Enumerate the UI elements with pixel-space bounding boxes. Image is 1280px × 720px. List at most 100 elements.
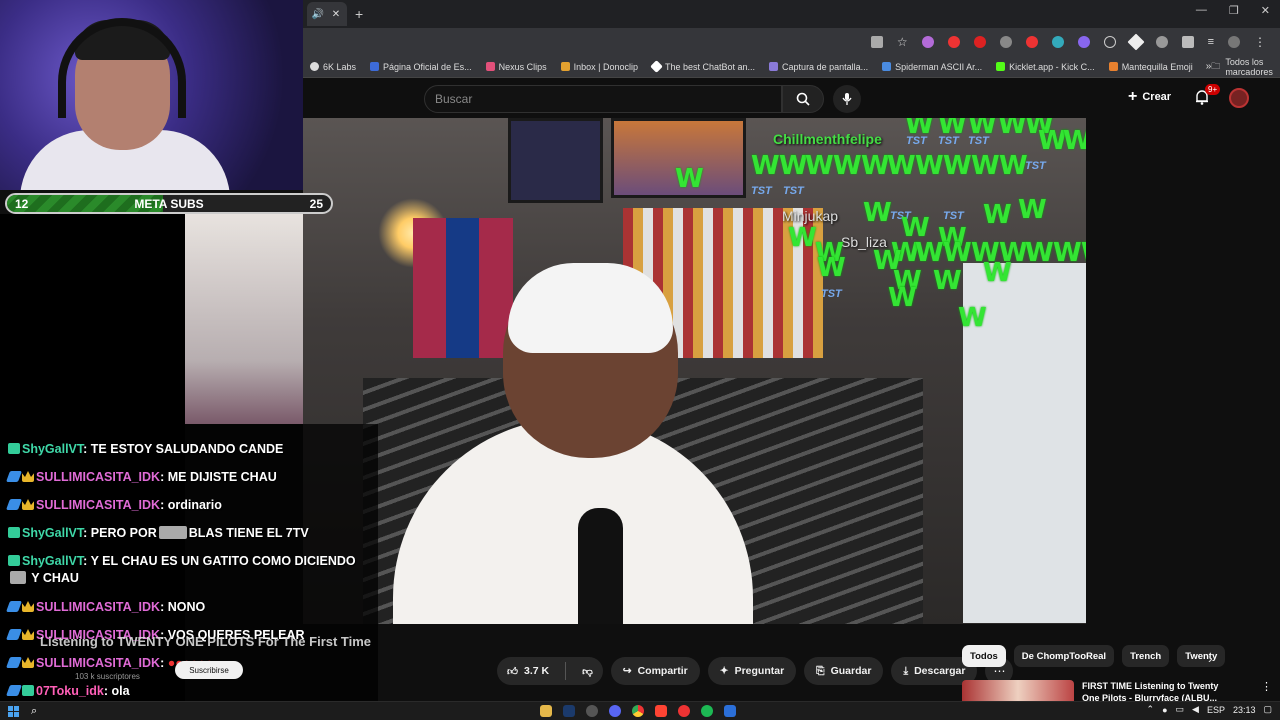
bookmark-item[interactable]: 6K Labs [303,62,363,72]
chip-todos[interactable]: Todos [962,645,1006,667]
extension-icon[interactable] [1127,33,1145,51]
network-icon[interactable]: ▭ [1176,704,1185,715]
chat-text: Y CHAU [31,571,79,585]
search-button[interactable] [782,85,824,113]
file-explorer-icon[interactable] [540,705,552,717]
chat-badge-icon [8,443,20,454]
speaker-icon[interactable]: 🔊 [312,9,324,20]
bookmark-label: Mantequilla Emoji [1121,61,1193,72]
w-emote: W [958,303,987,333]
share-button[interactable]: ↪ Compartir [610,657,700,685]
chip-trench[interactable]: Trench [1122,645,1170,667]
extension-icon[interactable] [921,36,934,48]
adblock-icon[interactable] [973,36,986,48]
more-icon[interactable]: ⋮ [1261,680,1272,702]
bookmark-star-icon[interactable]: ☆ [897,35,908,49]
video-player[interactable]: Chillmenthfelipe Minjukap Sb_liza TST TS… [303,118,1086,624]
chat-message: ShyGallVT: Y EL CHAU ES UN GATITO COMO D… [8,553,368,587]
divider [565,662,567,680]
extension-icon[interactable] [1077,36,1090,48]
notification-center-icon[interactable]: ▢ [1263,704,1272,715]
bookmark-favicon [560,62,570,71]
steam-icon[interactable] [563,705,575,717]
save-button[interactable]: ⎘ Guardar [804,657,884,685]
bookmark-label: The best ChatBot an... [664,61,756,72]
chat-message: 07Toku_idk: ola [5,683,368,700]
chat-emote [158,526,187,539]
brave-icon[interactable] [655,705,667,717]
recommended-title[interactable]: FIRST TIME Listening to Twenty One Pilot… [1082,680,1222,702]
extension-icon[interactable] [1025,36,1038,48]
chip-twenty[interactable]: Twenty [1177,645,1226,667]
app-icon[interactable] [678,705,690,717]
sub-goal-label: META SUBS [134,196,204,211]
bookmark-item[interactable]: The best ChatBot an... [645,60,762,73]
like-dislike-group: 👍︎ 3.7 K 👎︎ [497,657,603,685]
close-window-icon[interactable]: ✕ [1261,4,1270,17]
bookmark-item[interactable]: Mantequilla Emoji [1102,62,1200,72]
ask-button[interactable]: ✦ Preguntar [707,657,797,685]
like-button[interactable]: 👍︎ 3.7 K [497,657,559,685]
voice-search-button[interactable] [833,85,861,113]
chat-message: SULLIMICASITA_IDK: ordinario [5,497,368,514]
extension-icon[interactable] [1051,36,1064,48]
restore-icon[interactable]: ❐ [1229,4,1239,17]
chip-channel[interactable]: De ChompTooReal [1013,645,1115,667]
new-tab-button[interactable]: + [355,6,363,22]
jersey [413,218,513,358]
avatar[interactable] [1229,88,1249,108]
chrome-icon[interactable] [632,705,644,717]
recommended-thumbnail[interactable] [962,680,1074,702]
extension-icon[interactable] [947,36,960,48]
bookmark-item[interactable]: Captura de pantalla... [762,62,875,72]
minimize-icon[interactable]: — [1196,4,1207,17]
dislike-button[interactable]: 👎︎ [572,657,603,685]
search-icon[interactable]: ⌕ [31,705,37,718]
microphone-icon[interactable]: ● [1162,705,1167,715]
app-icon[interactable] [724,705,736,717]
bookmark-item[interactable]: Kicklet.app - Kick C... [989,62,1102,72]
w-emote: W [905,118,934,140]
all-bookmarks-folder[interactable]: 🗀 Todos los marcadores [1211,57,1280,77]
language-indicator[interactable]: ESP [1207,705,1225,715]
screen: 🔊 ✕ + — ❐ ✕ ☆ ≡ ⋮ 6K Labs Página Oficial… [0,0,1280,720]
bookmark-item[interactable]: Nexus Clips [479,62,554,72]
bookmark-label: Inbox | Donoclip [573,61,638,72]
volume-icon[interactable]: ◀ [1192,704,1199,715]
bookmark-label: Spiderman ASCII Ar... [895,61,983,72]
create-button[interactable]: + Crear [1128,88,1171,106]
search-input[interactable]: Buscar [424,85,782,113]
chat-text: Y EL CHAU ES UN GATITO COMO DICIENDO [90,554,356,568]
chat-message: ShyGallVT: TE ESTOY SALUDANDO CANDE [8,441,368,458]
puzzle-icon[interactable] [1181,36,1194,48]
close-tab-icon[interactable]: ✕ [331,9,341,20]
recommended-video[interactable]: FIRST TIME Listening to Twenty One Pilot… [962,680,1272,702]
windows-start-icon[interactable] [8,705,19,717]
bookmark-item[interactable]: Página Oficial de Es... [363,62,479,72]
extension-icon[interactable] [999,36,1012,48]
extension-icon[interactable] [1103,36,1116,48]
search-icon [796,92,810,106]
chevron-right-icon[interactable]: › [1208,650,1213,666]
clock[interactable]: 23:13 [1233,705,1256,715]
menu-icon[interactable]: ⋮ [1254,35,1266,49]
bookmark-item[interactable]: Spiderman ASCII Ar... [875,62,989,72]
browser-tabstrip: 🔊 ✕ + — ❐ ✕ [303,0,1280,28]
discord-icon[interactable] [609,705,621,717]
save-icon: ⎘ [816,664,825,677]
spotify-icon[interactable] [701,705,713,717]
chat-badge-icon [5,685,23,696]
browser-tab[interactable]: 🔊 ✕ [307,2,347,26]
chat-message: SULLIMICASITA_IDK: ME DIJISTE CHAU [5,469,368,486]
chevron-up-icon[interactable]: ⌃ [1147,704,1155,715]
profile-icon[interactable] [1228,36,1240,48]
chat-text: BLAS TIENE EL 7TV [188,526,309,540]
app-icon[interactable] [586,705,598,717]
w-emote: W [971,151,1000,181]
bookmark-item[interactable]: Inbox | Donoclip [554,62,645,72]
reading-list-icon[interactable]: ≡ [1208,36,1214,48]
cast-icon[interactable] [870,36,883,48]
subscribe-button[interactable]: Suscribirse [175,661,243,679]
extension-icon[interactable] [1155,36,1168,48]
video-title: Listening to TWENTY ONE PILOTS For The F… [40,634,372,649]
